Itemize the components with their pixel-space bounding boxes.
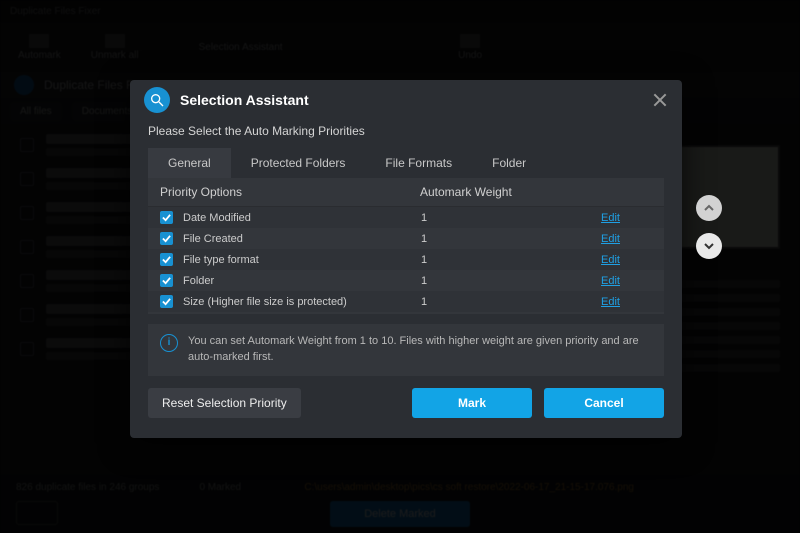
table-row: Folder1 Edit	[148, 270, 664, 291]
info-icon: i	[160, 334, 178, 352]
row-weight: 1	[421, 296, 541, 308]
selection-assistant-modal: Selection Assistant Please Select the Au…	[130, 80, 682, 438]
table-row: Date Modified1 Edit	[148, 207, 664, 228]
app-logo-icon	[144, 87, 170, 113]
checkbox[interactable]	[160, 253, 173, 266]
edit-link[interactable]: Edit	[601, 233, 620, 245]
edit-link[interactable]: Edit	[601, 212, 620, 224]
col-automark-weight: Automark Weight	[420, 185, 540, 199]
tab-folder[interactable]: Folder	[472, 148, 546, 178]
modal-title: Selection Assistant	[180, 92, 309, 108]
row-label: File Created	[183, 233, 421, 245]
tab-file-formats[interactable]: File Formats	[365, 148, 472, 178]
cancel-button[interactable]: Cancel	[544, 388, 664, 418]
priority-table: Priority Options Automark Weight Date Mo…	[148, 178, 664, 314]
table-row: File type format1 Edit	[148, 249, 664, 270]
reset-selection-priority-button[interactable]: Reset Selection Priority	[148, 388, 301, 418]
edit-link[interactable]: Edit	[601, 275, 620, 287]
table-row: File Created1 Edit	[148, 228, 664, 249]
row-weight: 1	[421, 254, 541, 266]
checkbox[interactable]	[160, 232, 173, 245]
edit-link[interactable]: Edit	[601, 296, 620, 308]
move-up-button[interactable]	[696, 195, 722, 221]
info-note: i You can set Automark Weight from 1 to …	[148, 324, 664, 376]
row-weight: 1	[421, 212, 541, 224]
table-row: Size (Higher file size is protected)1 Edi…	[148, 291, 664, 312]
tab-protected-folders[interactable]: Protected Folders	[231, 148, 366, 178]
close-icon[interactable]	[652, 92, 668, 108]
edit-link[interactable]: Edit	[601, 254, 620, 266]
info-text: You can set Automark Weight from 1 to 10…	[188, 334, 652, 366]
col-priority-options: Priority Options	[160, 185, 420, 199]
checkbox[interactable]	[160, 211, 173, 224]
row-label: Folder	[183, 275, 421, 287]
tab-general[interactable]: General	[148, 148, 231, 178]
row-label: Date Modified	[183, 212, 421, 224]
row-label: Size (Higher file size is protected)	[183, 296, 421, 308]
modal-tabs: General Protected Folders File Formats F…	[148, 148, 664, 178]
row-weight: 1	[421, 233, 541, 245]
mark-button[interactable]: Mark	[412, 388, 532, 418]
checkbox[interactable]	[160, 295, 173, 308]
modal-subtitle: Please Select the Auto Marking Prioritie…	[130, 120, 682, 148]
move-down-button[interactable]	[696, 233, 722, 259]
row-label: File type format	[183, 254, 421, 266]
checkbox[interactable]	[160, 274, 173, 287]
row-weight: 1	[421, 275, 541, 287]
